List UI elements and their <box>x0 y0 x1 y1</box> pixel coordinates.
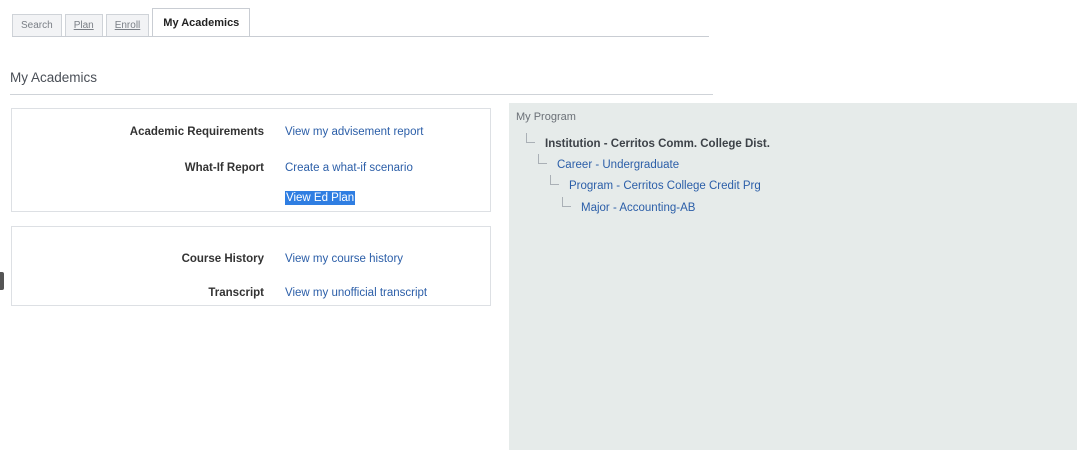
page: Search Plan Enroll My Academics My Acade… <box>0 0 1077 450</box>
program-node-major[interactable]: Major - Accounting-AB <box>581 202 695 214</box>
title-divider <box>10 94 713 95</box>
unofficial-transcript-link[interactable]: View my unofficial transcript <box>285 287 427 299</box>
tab-enroll[interactable]: Enroll <box>105 14 150 36</box>
tab-my-academics-label: My Academics <box>163 17 240 29</box>
tree-connector-icon <box>538 154 547 164</box>
tab-bar-divider <box>12 36 709 37</box>
ed-plan-row: View Ed Plan <box>12 191 490 210</box>
transcript-label: Transcript <box>208 287 264 299</box>
course-history-label: Course History <box>181 253 264 265</box>
program-node-career[interactable]: Career - Undergraduate <box>557 159 679 171</box>
tab-enroll-label: Enroll <box>114 20 141 31</box>
tab-bar: Search Plan Enroll My Academics <box>12 8 253 36</box>
scroll-edge-handle[interactable] <box>0 272 4 290</box>
advisement-report-link[interactable]: View my advisement report <box>285 126 423 138</box>
course-history-row: Course History View my course history <box>12 253 490 271</box>
my-program-heading: My Program <box>516 111 576 123</box>
page-title: My Academics <box>10 70 98 85</box>
course-history-link[interactable]: View my course history <box>285 253 403 265</box>
tab-search[interactable]: Search <box>12 14 62 36</box>
program-node-institution: Institution - Cerritos Comm. College Dis… <box>545 138 770 150</box>
what-if-report-label: What-If Report <box>184 162 264 174</box>
view-ed-plan-link[interactable]: View Ed Plan <box>285 191 356 205</box>
course-history-box: Course History View my course history Tr… <box>11 226 491 306</box>
tree-connector-icon <box>526 133 535 143</box>
my-program-panel: My Program Institution - Cerritos Comm. … <box>509 103 1077 450</box>
academic-requirements-label: Academic Requirements <box>129 126 264 138</box>
what-if-report-row: What-If Report Create a what-if scenario <box>12 162 490 180</box>
transcript-row: Transcript View my unofficial transcript <box>12 287 490 305</box>
tab-plan-label: Plan <box>73 20 94 31</box>
tab-my-academics[interactable]: My Academics <box>152 8 251 36</box>
tree-connector-icon <box>550 175 559 185</box>
program-node-program[interactable]: Program - Cerritos College Credit Prg <box>569 180 761 192</box>
academic-requirements-row: Academic Requirements View my advisement… <box>12 126 490 144</box>
what-if-scenario-link[interactable]: Create a what-if scenario <box>285 162 413 174</box>
tab-plan[interactable]: Plan <box>64 14 103 36</box>
academic-requirements-box: Academic Requirements View my advisement… <box>11 108 491 212</box>
tree-connector-icon <box>562 197 571 207</box>
tab-search-label: Search <box>21 20 53 31</box>
